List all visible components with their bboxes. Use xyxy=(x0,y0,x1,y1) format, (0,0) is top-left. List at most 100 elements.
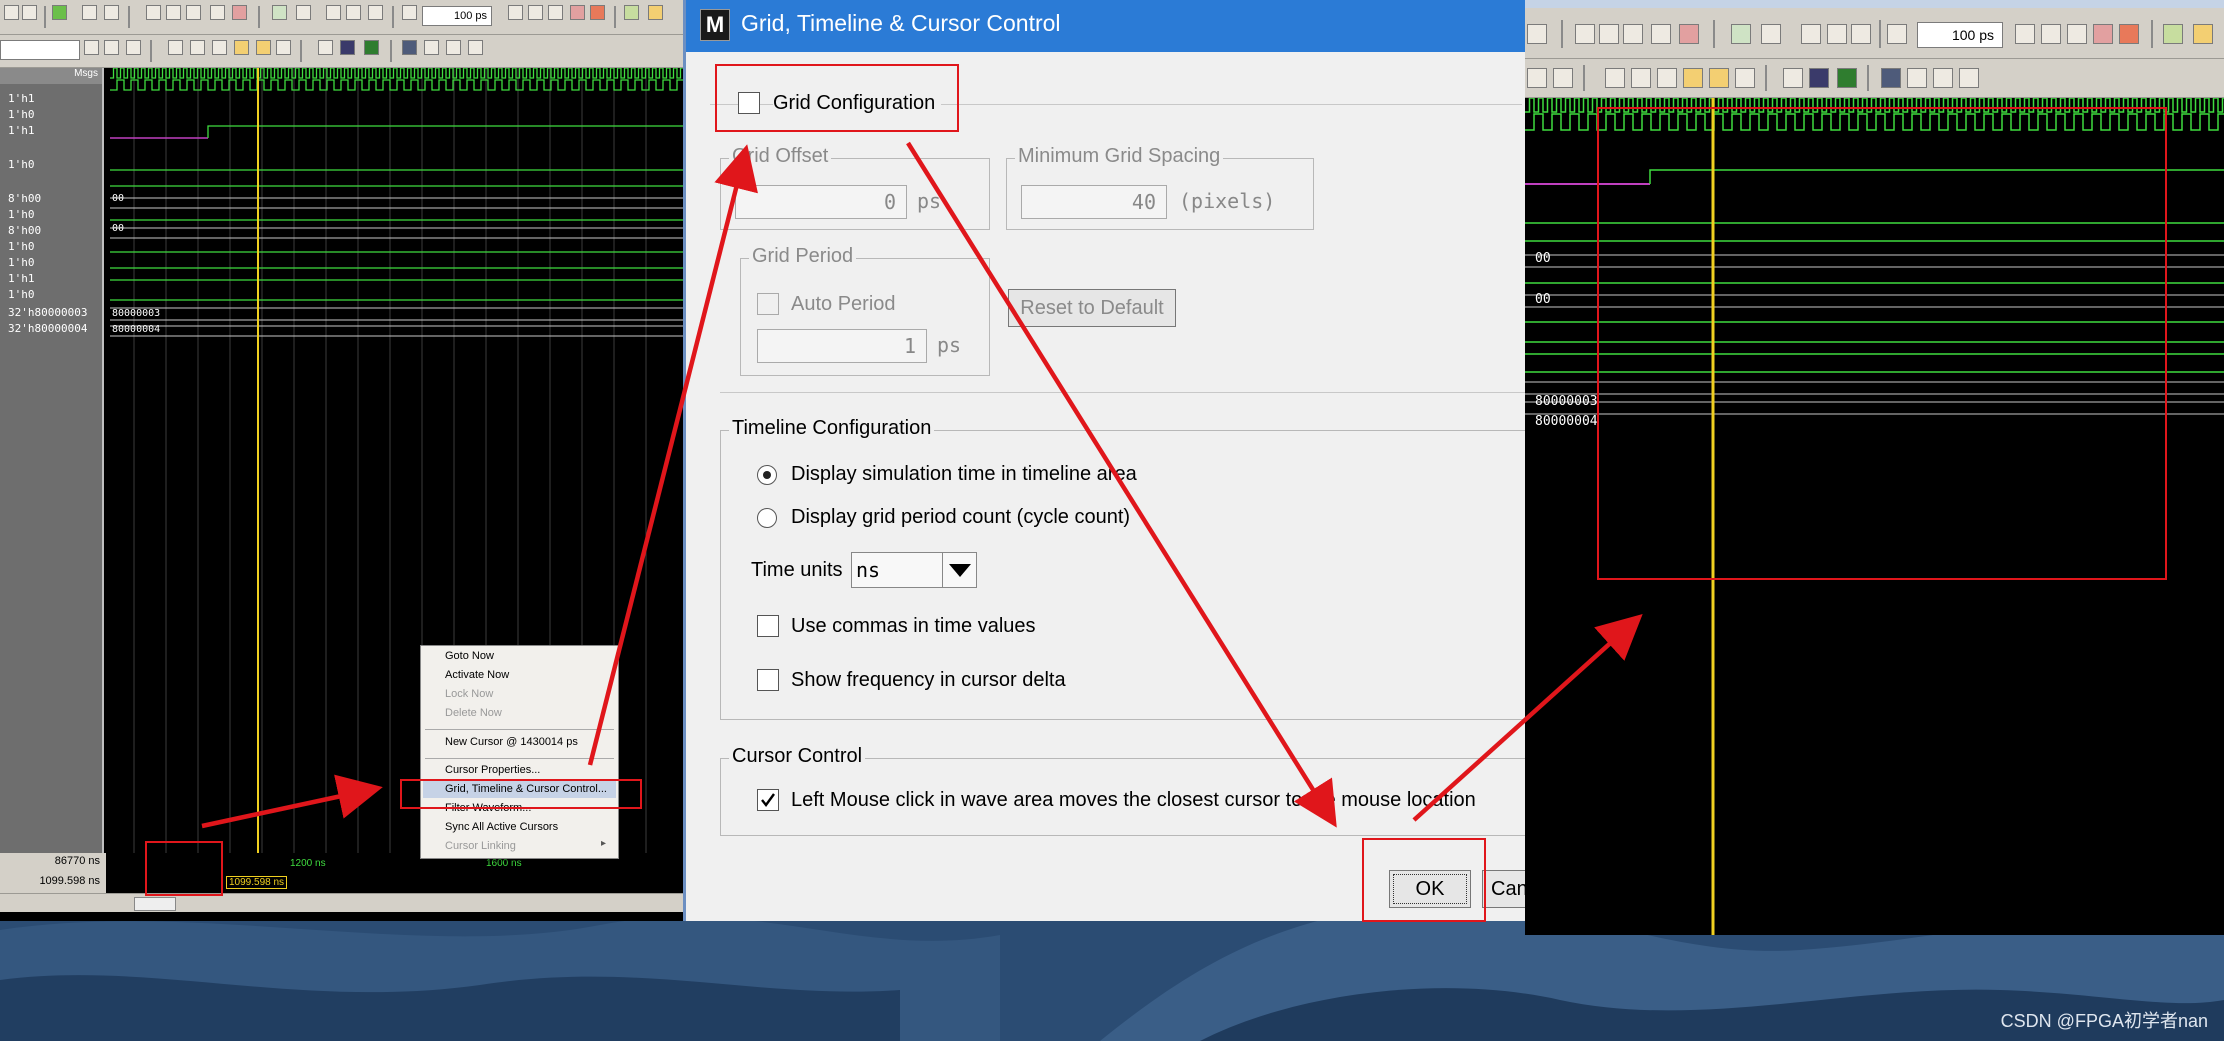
toolbar-icon[interactable] xyxy=(2193,24,2213,44)
toolbar-icon[interactable] xyxy=(318,40,333,55)
signal-value[interactable]: 1'h0 xyxy=(8,108,35,121)
cursor-label[interactable]: 1099.598 ns xyxy=(226,876,288,889)
toolbar-icon[interactable] xyxy=(508,5,523,20)
grid-offset-input[interactable]: 0 xyxy=(735,185,907,219)
toolbar-icon[interactable] xyxy=(2093,24,2113,44)
toolbar-icon[interactable] xyxy=(104,5,119,20)
toolbar-icon[interactable] xyxy=(2041,24,2061,44)
signal-value[interactable]: 1'h0 xyxy=(8,288,35,301)
toolbar-icon[interactable] xyxy=(446,40,461,55)
toolbar-icon[interactable] xyxy=(624,5,639,20)
toolbar-icon[interactable] xyxy=(210,5,225,20)
frequency-checkbox[interactable] xyxy=(757,669,779,691)
zoom-in-icon[interactable] xyxy=(168,40,183,55)
arrow-left-icon[interactable] xyxy=(346,5,361,20)
toolbar-icon[interactable] xyxy=(1527,24,1547,44)
toolbar-icon[interactable] xyxy=(1933,68,1953,88)
toolbar-icon[interactable] xyxy=(648,5,663,20)
toolbar-icon[interactable] xyxy=(272,5,287,20)
radio-sim-time[interactable] xyxy=(757,465,777,485)
toolbar-icon[interactable] xyxy=(296,5,311,20)
toolbar-icon[interactable] xyxy=(232,5,247,20)
signal-value[interactable]: 1'h0 xyxy=(8,158,35,171)
reset-to-default-button[interactable]: Reset to Default xyxy=(1008,289,1176,327)
menu-item-goto-now[interactable]: Goto Now xyxy=(445,650,494,662)
h-scrollbar[interactable] xyxy=(0,893,683,912)
radio-cycle-count[interactable] xyxy=(757,508,777,528)
toolbar-icon[interactable] xyxy=(1709,68,1729,88)
zoom-out-icon[interactable] xyxy=(1631,68,1651,88)
menu-item-delete-now[interactable]: Delete Now xyxy=(445,707,502,719)
left-click-cursor-checkbox[interactable] xyxy=(757,789,779,811)
menu-item-activate-now[interactable]: Activate Now xyxy=(445,669,509,681)
menu-item-cursor-linking[interactable]: Cursor Linking xyxy=(445,840,516,852)
toolbar-icon[interactable] xyxy=(1651,24,1671,44)
toolbar-icon[interactable] xyxy=(1553,68,1573,88)
toolbar-icon[interactable] xyxy=(1735,68,1755,88)
toolbar-icon[interactable] xyxy=(1809,68,1829,88)
chevron-down-icon[interactable] xyxy=(942,553,977,587)
menu-item-lock-now[interactable]: Lock Now xyxy=(445,688,493,700)
toolbar-icon[interactable] xyxy=(364,40,379,55)
toolbar-icon[interactable] xyxy=(166,5,181,20)
arrow-right-icon[interactable] xyxy=(368,5,383,20)
arrow-left-icon[interactable] xyxy=(1827,24,1847,44)
toolbar-icon[interactable] xyxy=(1679,24,1699,44)
zoom-out-icon[interactable] xyxy=(190,40,205,55)
grid-period-input[interactable]: 1 xyxy=(757,329,927,363)
toolbar-icon[interactable] xyxy=(104,40,119,55)
cancel-button[interactable]: Can xyxy=(1482,870,1525,908)
toolbar-icon[interactable] xyxy=(1575,24,1595,44)
toolbar-icon[interactable] xyxy=(1731,24,1751,44)
dialog-titlebar[interactable]: M Grid, Timeline & Cursor Control xyxy=(686,0,1525,52)
signal-value[interactable]: 1'h0 xyxy=(8,256,35,269)
arrow-right-icon[interactable] xyxy=(1851,24,1871,44)
menu-item-cursor-properties[interactable]: Cursor Properties... xyxy=(445,764,540,776)
commas-checkbox[interactable] xyxy=(757,615,779,637)
toolbar-icon[interactable] xyxy=(528,5,543,20)
toolbar-icon[interactable] xyxy=(1623,24,1643,44)
signal-value[interactable]: 32'h80000004 xyxy=(8,322,87,335)
zoom-in-icon[interactable] xyxy=(1605,68,1625,88)
zoom-input[interactable]: 100 ps xyxy=(422,6,492,26)
menu-item-new-cursor[interactable]: New Cursor @ 1430014 ps xyxy=(445,736,578,748)
toolbar-icon[interactable] xyxy=(548,5,563,20)
toolbar-icon[interactable] xyxy=(402,40,417,55)
signal-search-select[interactable] xyxy=(0,40,80,60)
signal-value[interactable]: 8'h00 xyxy=(8,224,41,237)
min-grid-spacing-input[interactable]: 40 xyxy=(1021,185,1167,219)
toolbar-icon[interactable] xyxy=(186,5,201,20)
toolbar-icon[interactable] xyxy=(84,40,99,55)
toolbar-icon[interactable] xyxy=(1837,68,1857,88)
run-icon[interactable] xyxy=(52,5,67,20)
toolbar-icon[interactable] xyxy=(2163,24,2183,44)
toolbar-icon[interactable] xyxy=(340,40,355,55)
toolbar-icon[interactable] xyxy=(146,5,161,20)
zoom-input[interactable]: 100 ps xyxy=(1917,22,2003,48)
toolbar-icon[interactable] xyxy=(1783,68,1803,88)
toolbar-icon[interactable] xyxy=(1599,24,1619,44)
toolbar-icon[interactable] xyxy=(276,40,291,55)
signal-value[interactable]: 1'h1 xyxy=(8,272,35,285)
zoom-full-icon[interactable] xyxy=(212,40,227,55)
toolbar-icon[interactable] xyxy=(126,40,141,55)
toolbar-icon[interactable] xyxy=(1887,24,1907,44)
stop-icon[interactable] xyxy=(590,5,605,20)
toolbar-icon[interactable] xyxy=(2015,24,2035,44)
time-units-select[interactable]: ns xyxy=(851,552,977,588)
undo-icon[interactable] xyxy=(4,5,19,20)
toolbar-icon[interactable] xyxy=(2067,24,2087,44)
zoom-full-icon[interactable] xyxy=(1657,68,1677,88)
stop-icon[interactable] xyxy=(2119,24,2139,44)
toolbar-icon[interactable] xyxy=(468,40,483,55)
arrow-up-icon[interactable] xyxy=(326,5,341,20)
toolbar-icon[interactable] xyxy=(256,40,271,55)
toolbar-icon[interactable] xyxy=(1881,68,1901,88)
signal-value[interactable]: 1'h0 xyxy=(8,240,35,253)
toolbar-icon[interactable] xyxy=(402,5,417,20)
signal-value[interactable]: 1'h1 xyxy=(8,92,35,105)
signal-value[interactable]: 8'h00 xyxy=(8,192,41,205)
redo-icon[interactable] xyxy=(22,5,37,20)
toolbar-icon[interactable] xyxy=(1761,24,1781,44)
signal-value[interactable]: 1'h0 xyxy=(8,208,35,221)
